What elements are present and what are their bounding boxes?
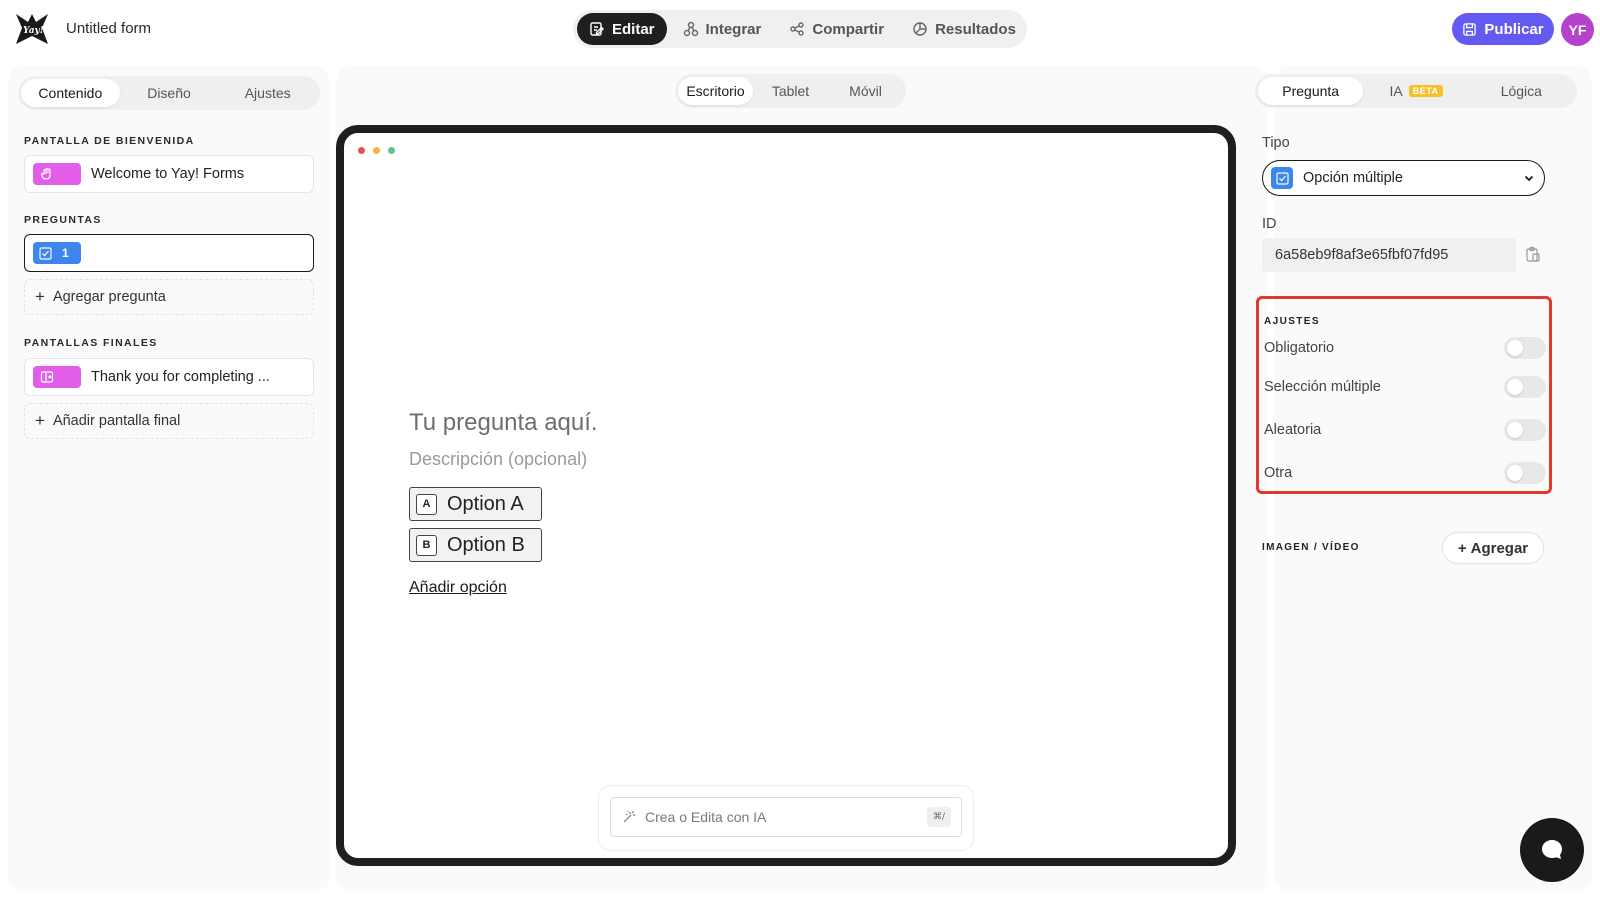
setting-seleccion-multiple: Selección múltiple (1264, 376, 1546, 398)
share-icon (790, 22, 805, 36)
plus-icon: + (35, 411, 45, 430)
window-dots (358, 147, 395, 154)
media-section-label: IMAGEN / VÍDEO (1262, 542, 1360, 553)
setting-obligatorio: Obligatorio (1264, 337, 1546, 359)
welcome-item-label: Welcome to Yay! Forms (91, 166, 245, 182)
settings-title: AJUSTES (1264, 316, 1320, 327)
setting-otra: Otra (1264, 462, 1546, 484)
question-description[interactable]: Descripción (opcional) (409, 449, 587, 470)
add-final-screen-button[interactable]: + Añadir pantalla final (24, 403, 314, 439)
welcome-section-label: PANTALLA DE BIENVENIDA (24, 135, 195, 147)
svg-text:Yay!: Yay! (23, 26, 44, 36)
add-question-button[interactable]: + Agregar pregunta (24, 279, 314, 315)
shortcut-badge: ⌘/ (927, 807, 951, 827)
properties-panel: Pregunta IA BETA Lógica Tipo Opción múlt… (1255, 66, 1592, 892)
question-title[interactable]: Tu pregunta aquí. (409, 409, 598, 437)
ai-assistant-box: Crea o Edita con IA ⌘/ (598, 785, 974, 851)
question-id-field[interactable]: 6a58eb9f8af3e65fbf07fd95 (1262, 238, 1516, 272)
ai-input[interactable]: Crea o Edita con IA ⌘/ (610, 797, 962, 837)
plus-icon: + (35, 287, 45, 306)
tab-ia[interactable]: IA BETA (1363, 77, 1468, 105)
device-tabs: Escritorio Tablet Móvil (675, 74, 906, 108)
beta-badge: BETA (1408, 85, 1443, 97)
magic-wand-icon (623, 811, 635, 823)
toggle-obligatorio[interactable] (1504, 337, 1546, 359)
toggle-otra[interactable] (1504, 462, 1546, 484)
content-sidebar: Contenido Diseño Ajustes PANTALLA DE BIE… (8, 66, 330, 892)
type-value: Opción múltiple (1303, 170, 1403, 186)
question-number: 1 (62, 246, 69, 260)
toggle-aleatoria[interactable] (1504, 419, 1546, 441)
hand-icon (40, 167, 51, 180)
clipboard-icon[interactable] (1524, 246, 1542, 264)
main-nav: Editar Integrar Compartir Resultados (573, 10, 1027, 48)
desktop-preview-frame: Tu pregunta aquí. Descripción (opcional)… (336, 125, 1236, 866)
tab-contenido[interactable]: Contenido (21, 79, 120, 107)
add-option-link[interactable]: Añadir opción (409, 579, 507, 597)
right-tabs: Pregunta IA BETA Lógica (1255, 74, 1577, 108)
option-a[interactable]: A Option A (409, 487, 542, 521)
chat-support-button[interactable] (1520, 818, 1584, 882)
questions-section-label: PREGUNTAS (24, 214, 102, 226)
top-header: Yay! Untitled form Editar Integrar Compa… (0, 0, 1600, 60)
yellow-dot (373, 147, 380, 154)
final-screens-section-label: PANTALLAS FINALES (24, 337, 158, 349)
welcome-chip (33, 163, 81, 185)
left-tabs: Contenido Diseño Ajustes (18, 76, 320, 110)
tab-movil[interactable]: Móvil (828, 77, 903, 105)
form-title[interactable]: Untitled form (66, 20, 151, 37)
user-avatar[interactable]: YF (1561, 13, 1594, 46)
preview-area: Escritorio Tablet Móvil Tu pregunta aquí… (336, 66, 1268, 892)
checkbox-icon (1271, 167, 1293, 189)
checkbox-icon (39, 246, 52, 260)
chevron-down-icon (1524, 175, 1534, 182)
welcome-screen-item[interactable]: Welcome to Yay! Forms (24, 155, 314, 193)
tab-diseno[interactable]: Diseño (120, 79, 219, 107)
type-label: Tipo (1262, 135, 1290, 151)
tab-ajustes[interactable]: Ajustes (218, 79, 317, 107)
yay-forms-logo-icon[interactable]: Yay! (14, 12, 50, 46)
save-icon (1463, 22, 1477, 36)
toggle-seleccion-multiple[interactable] (1504, 376, 1546, 398)
exit-screen-icon (40, 371, 54, 383)
setting-aleatoria: Aleatoria (1264, 419, 1546, 441)
option-key: A (416, 493, 437, 515)
question-chip: 1 (33, 242, 81, 264)
nav-compartir[interactable]: Compartir (777, 13, 896, 45)
option-b[interactable]: B Option B (409, 528, 542, 562)
plus-icon: + (1457, 539, 1467, 557)
results-icon (913, 22, 927, 36)
tab-tablet[interactable]: Tablet (753, 77, 828, 105)
option-label: Option A (447, 492, 524, 515)
question-type-select[interactable]: Opción múltiple (1262, 160, 1545, 196)
add-media-button[interactable]: + Agregar (1442, 532, 1544, 564)
tab-logica[interactable]: Lógica (1469, 77, 1574, 105)
nav-resultados[interactable]: Resultados (900, 13, 1028, 45)
settings-section: AJUSTES Obligatorio Selección múltiple A… (1256, 296, 1552, 494)
chat-icon (1542, 840, 1562, 859)
publish-button[interactable]: Publicar (1452, 13, 1554, 45)
red-dot (358, 147, 365, 154)
edit-icon (590, 22, 604, 36)
final-item-label: Thank you for completing ... (91, 369, 270, 385)
nav-integrar[interactable]: Integrar (671, 13, 774, 45)
option-label: Option B (447, 533, 525, 556)
nav-editar[interactable]: Editar (577, 13, 667, 45)
tab-escritorio[interactable]: Escritorio (678, 77, 753, 105)
question-item[interactable]: 1 (24, 234, 314, 272)
integrate-icon (683, 21, 698, 37)
final-screen-item[interactable]: Thank you for completing ... (24, 358, 314, 396)
final-chip (33, 366, 81, 388)
green-dot (388, 147, 395, 154)
id-label: ID (1262, 216, 1277, 232)
option-key: B (416, 534, 437, 556)
tab-pregunta[interactable]: Pregunta (1258, 77, 1364, 105)
